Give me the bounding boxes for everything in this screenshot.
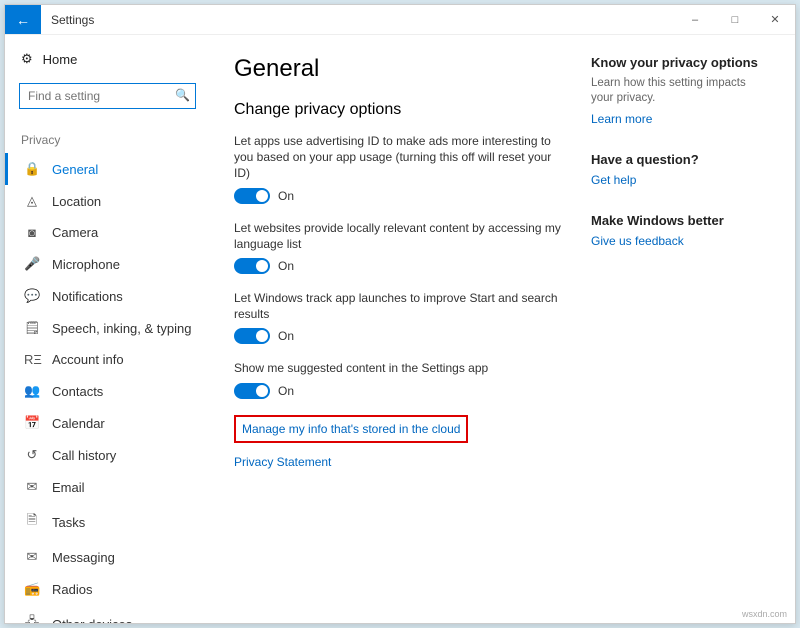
other-devices-icon: 🖧 [24, 613, 40, 623]
sidebar-item-label: Notifications [52, 289, 123, 304]
gear-icon: ⚙ [21, 51, 33, 67]
maximize-button[interactable]: □ [715, 5, 755, 34]
location-icon: ◬ [24, 193, 40, 209]
toggle-state-label: On [278, 384, 294, 398]
calendar-icon: 📅 [24, 415, 40, 431]
sidebar-item-label: General [52, 162, 98, 177]
option-text: Let websites provide locally relevant co… [234, 220, 561, 252]
watermark: wsxdn.com [742, 609, 787, 619]
get-help-link[interactable]: Get help [591, 173, 771, 187]
settings-window: ← Settings – □ ✕ ⚙ Home 🔍 Privacy 🔒 Gener… [4, 4, 796, 624]
radios-icon: 📻 [24, 581, 40, 597]
sidebar-item-label: Location [52, 194, 101, 209]
sidebar-item-microphone[interactable]: 🎤 Microphone [5, 248, 210, 280]
titlebar: ← Settings – □ ✕ [5, 5, 795, 35]
toggle-state-label: On [278, 259, 294, 273]
sidebar-item-speech-inking-typing[interactable]: 🗒 Speech, inking, & typing [5, 312, 210, 344]
home-label: Home [43, 52, 78, 67]
option-text: Let apps use advertising ID to make ads … [234, 133, 561, 182]
page-title: General [234, 55, 561, 83]
toggle-state-label: On [278, 189, 294, 203]
toggle-switch[interactable] [234, 188, 270, 204]
home-button[interactable]: ⚙ Home [5, 45, 210, 73]
microphone-icon: 🎤 [24, 256, 40, 272]
account-info-icon: RΞ [24, 352, 40, 367]
page-subtitle: Change privacy options [234, 101, 561, 119]
back-button[interactable]: ← [5, 5, 41, 34]
sidebar-item-label: Messaging [52, 550, 115, 565]
general-icon: 🔒 [24, 161, 40, 177]
sidebar-item-contacts[interactable]: 👥 Contacts [5, 375, 210, 407]
camera-icon: ◙ [24, 225, 40, 240]
sidebar-item-label: Microphone [52, 257, 120, 272]
close-button[interactable]: ✕ [755, 5, 795, 34]
sidebar-item-label: Tasks [52, 515, 85, 530]
sidebar-section-label: Privacy [5, 119, 210, 153]
window-title: Settings [41, 5, 104, 34]
sidebar-item-email[interactable]: ✉ Email [5, 471, 210, 503]
toggle-switch[interactable] [234, 383, 270, 399]
toggle-state-label: On [278, 329, 294, 343]
sidebar-item-label: Calendar [52, 416, 105, 431]
sidebar-item-label: Contacts [52, 384, 103, 399]
sidebar-item-label: Speech, inking, & typing [52, 321, 191, 336]
sidebar-item-radios[interactable]: 📻 Radios [5, 573, 210, 605]
sidebar-item-label: Radios [52, 582, 92, 597]
main-panel: General Change privacy options Let apps … [210, 35, 795, 623]
privacy-option: Let Windows track app launches to improv… [234, 290, 561, 344]
feedback-link[interactable]: Give us feedback [591, 234, 771, 248]
aside-privacy-desc: Learn how this setting impacts your priv… [591, 76, 771, 106]
sidebar-item-general[interactable]: 🔒 General [5, 153, 210, 185]
sidebar-item-label: Account info [52, 352, 124, 367]
privacy-option: Let websites provide locally relevant co… [234, 220, 561, 274]
contacts-icon: 👥 [24, 383, 40, 399]
tasks-icon: 🗎 [24, 511, 40, 533]
aside-question-title: Have a question? [591, 152, 771, 167]
toggle-switch[interactable] [234, 328, 270, 344]
sidebar-item-label: Camera [52, 225, 98, 240]
option-text: Let Windows track app launches to improv… [234, 290, 561, 322]
sidebar-item-tasks[interactable]: 🗎 Tasks [5, 503, 210, 541]
sidebar-item-location[interactable]: ◬ Location [5, 185, 210, 217]
sidebar-item-label: Call history [52, 448, 116, 463]
email-icon: ✉ [24, 479, 40, 495]
sidebar-item-calendar[interactable]: 📅 Calendar [5, 407, 210, 439]
aside-privacy-title: Know your privacy options [591, 55, 771, 70]
sidebar-item-other-devices[interactable]: 🖧 Other devices [5, 605, 210, 623]
privacy-option: Let apps use advertising ID to make ads … [234, 133, 561, 204]
notifications-icon: 💬 [24, 288, 40, 304]
highlight-annotation: Manage my info that's stored in the clou… [234, 415, 468, 443]
content-area: ⚙ Home 🔍 Privacy 🔒 General ◬ Location ◙ Camer… [5, 35, 795, 623]
sidebar-item-messaging[interactable]: ✉ Messaging [5, 541, 210, 573]
sidebar-item-call-history[interactable]: ↺ Call history [5, 439, 210, 471]
search-input[interactable] [19, 83, 196, 109]
privacy-statement-link[interactable]: Privacy Statement [234, 455, 331, 469]
manage-cloud-link[interactable]: Manage my info that's stored in the clou… [242, 422, 460, 436]
speech-inking-typing-icon: 🗒 [24, 320, 40, 336]
sidebar-item-label: Email [52, 480, 85, 495]
messaging-icon: ✉ [24, 549, 40, 565]
aside-feedback-title: Make Windows better [591, 213, 771, 228]
sidebar-item-camera[interactable]: ◙ Camera [5, 217, 210, 248]
search-icon: 🔍 [175, 88, 190, 102]
sidebar-item-label: Other devices [52, 617, 132, 624]
sidebar-item-account-info[interactable]: RΞ Account info [5, 344, 210, 375]
privacy-option: Show me suggested content in the Setting… [234, 360, 561, 398]
option-text: Show me suggested content in the Setting… [234, 360, 561, 376]
sidebar-item-notifications[interactable]: 💬 Notifications [5, 280, 210, 312]
minimize-button[interactable]: – [675, 5, 715, 34]
toggle-switch[interactable] [234, 258, 270, 274]
learn-more-link[interactable]: Learn more [591, 112, 771, 126]
call-history-icon: ↺ [24, 447, 40, 463]
sidebar: ⚙ Home 🔍 Privacy 🔒 General ◬ Location ◙ Camer… [5, 35, 210, 623]
aside-panel: Know your privacy options Learn how this… [591, 55, 771, 603]
